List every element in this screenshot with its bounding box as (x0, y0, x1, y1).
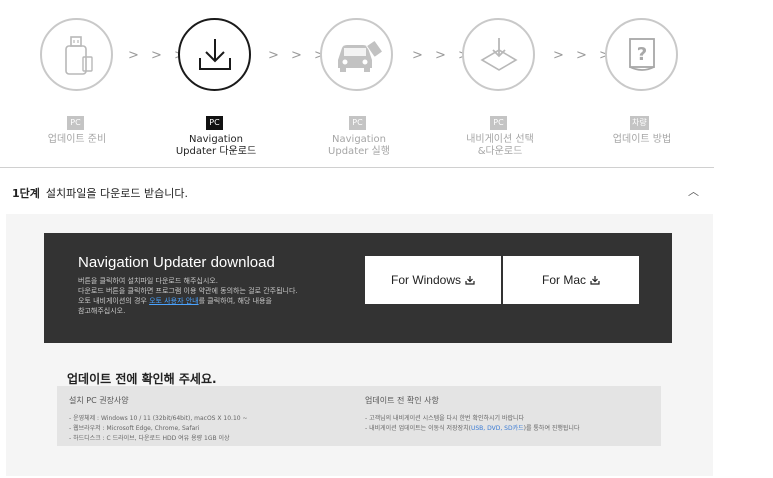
download-icon (198, 38, 231, 70)
step-2-circle (178, 18, 251, 91)
check-item-1: - 고객님의 내비게이션 시스템을 다시 한번 확인하시기 바랍니다 (365, 415, 525, 422)
pre-update-check-title: 업데이트 전 확인 사항 (365, 396, 439, 405)
step-1-badge: PC (67, 116, 84, 130)
step-3-circle (320, 18, 393, 91)
requirement-disk: - 하드디스크 : C 드라이브, 다운로드 HDD 여유 용량 1GB 이상 (69, 435, 230, 442)
requirement-browser: - 웹브라우저 : Microsoft Edge, Chrome, Safari (69, 425, 200, 432)
check-item-2: - 내비게이션 업데이트는 이동식 저장장치(USB, DVD, SD카드)를 … (365, 425, 580, 432)
mac-download-button[interactable]: For Mac (503, 256, 639, 304)
collapse-chevron-icon[interactable]: ︿ (688, 183, 699, 199)
download-icon (465, 276, 475, 285)
select-download-icon (479, 37, 518, 71)
svg-text:?: ? (636, 44, 646, 65)
manual-help-icon: ? (628, 37, 655, 71)
step-number-label: 1단계 (12, 187, 40, 200)
windows-download-button[interactable]: For Windows (365, 256, 501, 304)
step-5-circle: ? (605, 18, 678, 91)
step-5-label: 업데이트 방법 (612, 134, 672, 145)
section-title: 설치파일을 다운로드 받습니다. (45, 187, 188, 200)
download-icon (590, 276, 600, 285)
step-1-label: 업데이트 준비 (47, 134, 107, 145)
step-3-label: Navigation Updater 실행 (328, 134, 390, 157)
check-title: 업데이트 전에 확인해 주세요. (67, 372, 217, 386)
step-2-label: Navigation Updater 다운로드 (175, 134, 257, 157)
pc-requirements-title: 설치 PC 권장사양 (69, 396, 129, 405)
step-4-circle (462, 18, 535, 91)
download-title: Navigation Updater download (78, 254, 275, 271)
section-divider (0, 167, 714, 168)
step-2-badge: PC (206, 116, 223, 130)
usb-drive-icon (64, 35, 93, 75)
step-1-circle (40, 18, 113, 91)
auto-user-guide-link[interactable]: 오토 사용자 안내 (149, 297, 199, 305)
section-header[interactable]: 1단계 설치파일을 다운로드 받습니다. (12, 185, 188, 201)
check-box: 설치 PC 권장사양 - 운영체제 : Windows 10 / 11 (32b… (57, 386, 661, 446)
step-3-badge: PC (349, 116, 366, 130)
step-5-badge: 차량 (630, 116, 649, 130)
download-description: 버튼을 클릭하여 설치파일 다운로드 해주십시오. 다운로드 버튼을 클릭하면 … (78, 277, 298, 315)
requirement-os: - 운영체제 : Windows 10 / 11 (32bit/64bit), … (69, 415, 248, 422)
step-4-badge: PC (490, 116, 507, 130)
car-usb-icon (337, 39, 382, 72)
step-indicator: PC 업데이트 준비 > > > PC Navigation Updater 다… (0, 0, 773, 168)
step-4-label: 내비게이션 선택 &다운로드 (466, 134, 534, 157)
